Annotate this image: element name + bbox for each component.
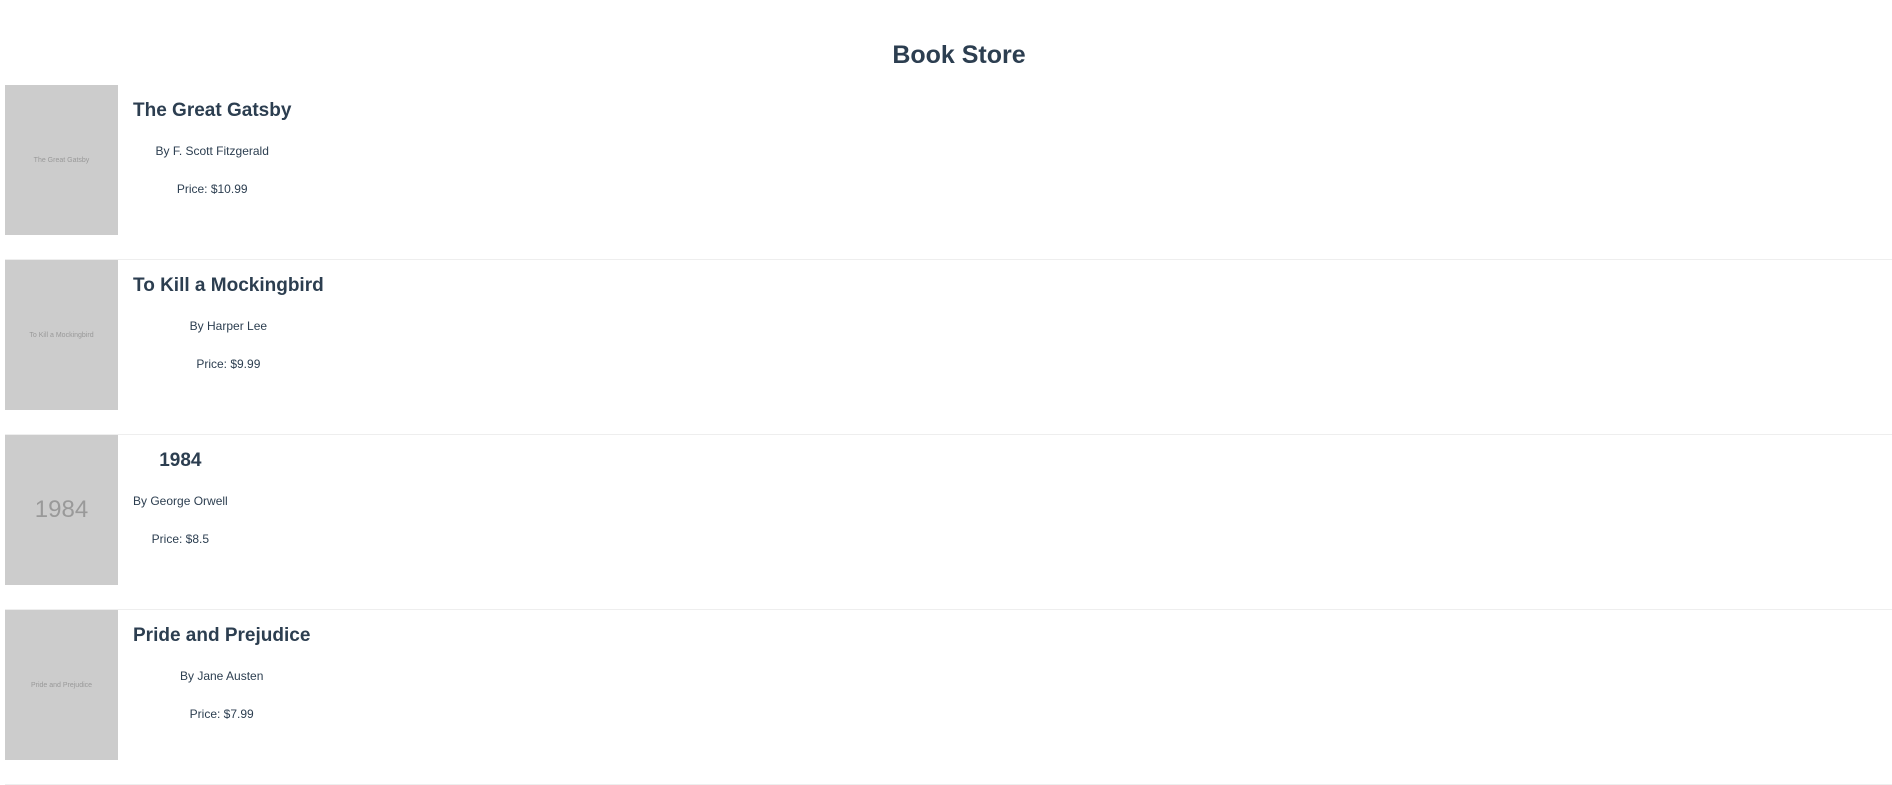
book-price: Price: $7.99 <box>189 707 254 721</box>
book-price: Price: $8.5 <box>151 532 210 546</box>
book-title[interactable]: The Great Gatsby <box>133 99 291 123</box>
book-cover-image[interactable]: Pride and Prejudice <box>5 610 118 760</box>
book-item[interactable]: To Kill a Mockingbird To Kill a Mockingb… <box>5 260 1892 435</box>
book-cover-image[interactable]: The Great Gatsby <box>5 85 118 235</box>
book-title[interactable]: 1984 <box>133 449 228 473</box>
book-cover-image[interactable]: 1984 <box>5 435 118 585</box>
page-title: Book Store <box>892 41 1026 69</box>
book-info: The Great Gatsby By F. Scott Fitzgerald … <box>133 99 291 197</box>
book-item[interactable]: Pride and Prejudice Pride and Prejudice … <box>5 610 1892 785</box>
book-list: The Great Gatsby The Great Gatsby By F. … <box>5 85 1892 785</box>
book-info: Pride and Prejudice By Jane Austen Price… <box>133 624 310 722</box>
book-author: By Jane Austen <box>180 669 264 683</box>
book-title[interactable]: To Kill a Mockingbird <box>133 274 324 298</box>
book-price: Price: $10.99 <box>176 182 248 196</box>
book-cover-image[interactable]: To Kill a Mockingbird <box>5 260 118 410</box>
book-price: Price: $9.99 <box>196 357 261 371</box>
book-item[interactable]: The Great Gatsby The Great Gatsby By F. … <box>5 85 1892 260</box>
book-author: By F. Scott Fitzgerald <box>155 144 269 158</box>
book-info: To Kill a Mockingbird By Harper Lee Pric… <box>133 274 324 372</box>
book-title[interactable]: Pride and Prejudice <box>133 624 310 648</box>
book-item[interactable]: 1984 1984 By George Orwell Price: $8.5 <box>5 435 1892 610</box>
book-author: By George Orwell <box>133 494 228 508</box>
book-author: By Harper Lee <box>189 319 268 333</box>
book-info: 1984 By George Orwell Price: $8.5 <box>133 449 228 547</box>
